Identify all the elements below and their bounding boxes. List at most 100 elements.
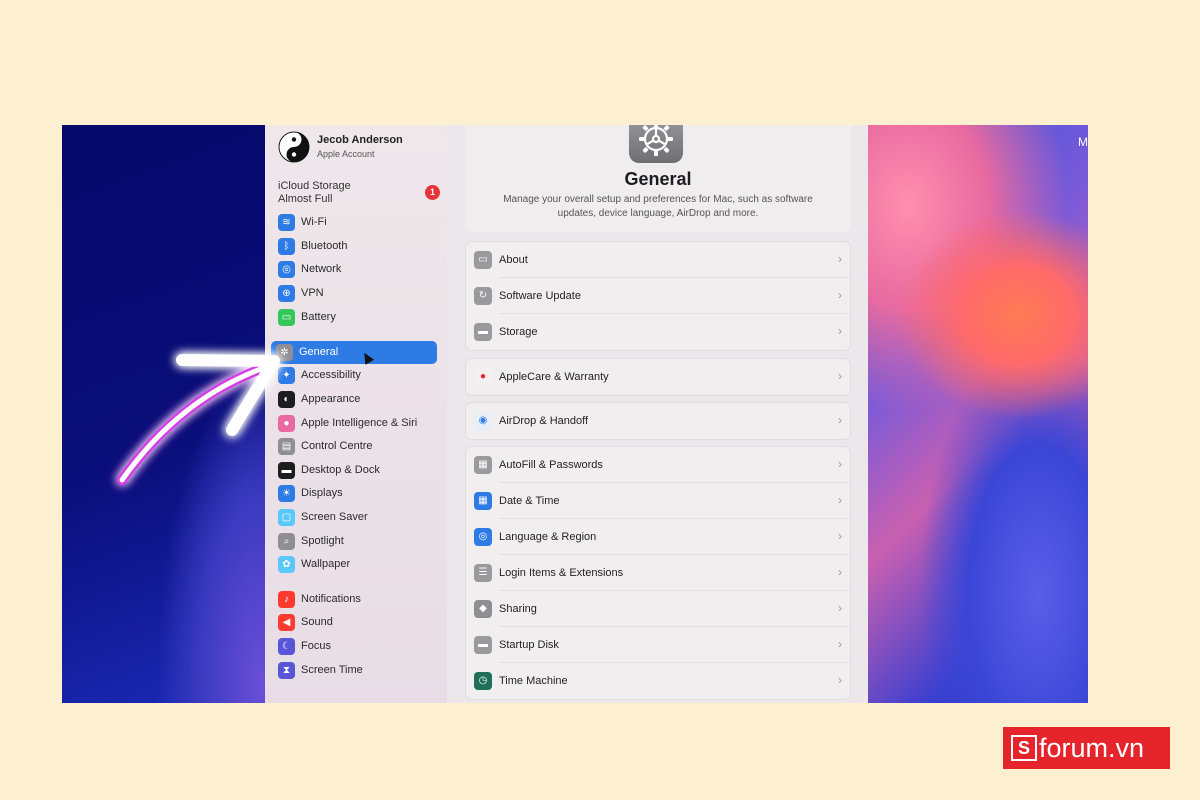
sidebar-item-label: Desktop & Dock [301, 464, 380, 476]
settings-group: ▭ About › ↻ Software Update › ▬ Storage › [465, 241, 851, 351]
general-header: General Manage your overall setup and pr… [465, 125, 851, 232]
sidebar-item-wi-fi[interactable]: ≋ Wi-Fi [273, 211, 437, 234]
settings-row-applecare-warranty[interactable]: ● AppleCare & Warranty › [466, 359, 850, 395]
sidebar-item-apple-intelligence-siri[interactable]: ● Apple Intelligence & Siri [273, 412, 437, 435]
chevron-right-icon: › [838, 601, 842, 615]
settings-row-storage[interactable]: ▬ Storage › [466, 314, 850, 350]
sidebar-item-sound[interactable]: ◀ Sound [273, 611, 437, 634]
chevron-right-icon: › [838, 252, 842, 266]
sidebar-item-notifications[interactable]: ♪ Notifications [273, 588, 437, 611]
storage-icon: ▬ [474, 323, 492, 341]
settings-row-label: Date & Time [499, 495, 560, 507]
page-description: Manage your overall setup and preference… [503, 194, 813, 219]
sidebar-item-network[interactable]: ◎ Network [273, 258, 437, 281]
sidebar-item-displays[interactable]: ☀ Displays [273, 482, 437, 505]
sidebar-item-accessibility[interactable]: ✦ Accessibility [273, 364, 437, 387]
chevron-right-icon: › [838, 288, 842, 302]
sidebar-item-general[interactable]: ✲ General [271, 341, 437, 365]
settings-row-autofill-passwords[interactable]: ▦ AutoFill & Passwords › [466, 447, 850, 483]
control-centre-icon: ▤ [278, 438, 295, 455]
wallpaper-right: M [868, 125, 1088, 703]
sidebar-item-label: VPN [301, 287, 324, 299]
settings-row-label: AutoFill & Passwords [499, 459, 603, 471]
chevron-right-icon: › [838, 493, 842, 507]
magnifier-icon: ⌕ [278, 533, 295, 550]
sidebar-item-label: Appearance [301, 393, 361, 405]
flower-icon: ✿ [278, 556, 295, 573]
page-title: General [624, 169, 692, 189]
sidebar-item-screen-time[interactable]: ⧗ Screen Time [273, 659, 437, 682]
logo-mark: S [1011, 735, 1037, 761]
list-icon: ☰ [474, 564, 492, 582]
icloud-line1: iCloud Storage [278, 180, 351, 192]
settings-row-label: Time Machine [499, 675, 568, 687]
sidebar-item-label: Accessibility [301, 369, 361, 381]
accessibility-icon: ✦ [278, 367, 295, 384]
sidebar-item-desktop-dock[interactable]: ▬ Desktop & Dock [273, 459, 437, 482]
sforum-logo: S forum.vn [1003, 727, 1170, 769]
sidebar-item-spotlight[interactable]: ⌕ Spotlight [273, 530, 437, 553]
settings-row-about[interactable]: ▭ About › [466, 242, 850, 278]
settings-group: ◉ AirDrop & Handoff › [465, 402, 851, 440]
icloud-storage-alert[interactable]: iCloud Storage Almost Full 1 [278, 180, 440, 210]
chevron-right-icon: › [838, 369, 842, 383]
settings-row-login-items-extensions[interactable]: ☰ Login Items & Extensions › [466, 555, 850, 591]
notification-badge: 1 [425, 185, 440, 200]
sidebar-item-label: Spotlight [301, 535, 344, 547]
menubar-fragment: M [1078, 135, 1088, 149]
settings-row-software-update[interactable]: ↻ Software Update › [466, 278, 850, 314]
chevron-right-icon: › [838, 529, 842, 543]
sidebar-item-battery[interactable]: ▭ Battery [273, 306, 437, 329]
settings-row-label: AirDrop & Handoff [499, 415, 589, 427]
chevron-right-icon: › [838, 324, 842, 338]
sidebar-item-label: Screen Saver [301, 511, 368, 523]
sidebar-item-wallpaper[interactable]: ✿ Wallpaper [273, 553, 437, 576]
settings-row-startup-disk[interactable]: ▬ Startup Disk › [466, 627, 850, 663]
settings-row-label: About [499, 254, 528, 266]
vpn-icon: ⊕ [278, 285, 295, 302]
sidebar-item-screen-saver[interactable]: ▢ Screen Saver [273, 506, 437, 529]
sidebar-item-label: Bluetooth [301, 240, 348, 252]
icloud-line2: Almost Full [278, 193, 333, 205]
chevron-right-icon: › [838, 673, 842, 687]
settings-row-label: Sharing [499, 603, 537, 615]
sidebar-item-label: Control Centre [301, 440, 373, 452]
settings-row-airdrop-handoff[interactable]: ◉ AirDrop & Handoff › [466, 403, 850, 439]
settings-row-sharing[interactable]: ◆ Sharing › [466, 591, 850, 627]
siri-icon: ● [278, 415, 295, 432]
gear-icon [629, 125, 683, 163]
battery-icon: ▭ [278, 309, 295, 326]
screen: M Jecob Anderson Apple Account iCloud St… [62, 125, 1088, 703]
mouse-cursor [359, 350, 375, 365]
calendar-icon: ▦ [474, 492, 492, 510]
settings-row-label: Language & Region [499, 531, 597, 543]
autofill-icon: ▦ [474, 456, 492, 474]
sidebar-item-vpn[interactable]: ⊕ VPN [273, 282, 437, 305]
gear-icon: ✲ [276, 344, 293, 361]
sidebar-item-bluetooth[interactable]: ᛒ Bluetooth [273, 235, 437, 258]
sidebar-item-label: Focus [301, 640, 331, 652]
sidebar-item-focus[interactable]: ☾ Focus [273, 635, 437, 658]
globe-icon: ◎ [278, 261, 295, 278]
disk-icon: ▬ [474, 636, 492, 654]
dock-icon: ▬ [278, 462, 295, 479]
settings-row-language-region[interactable]: ◎ Language & Region › [466, 519, 850, 555]
settings-group: ● AppleCare & Warranty › [465, 358, 851, 396]
apple-icon: ● [474, 368, 492, 386]
sidebar: Jecob Anderson Apple Account iCloud Stor… [265, 125, 447, 703]
settings-row-label: Software Update [499, 290, 581, 302]
settings-row-time-machine[interactable]: ◷ Time Machine › [466, 663, 850, 699]
sidebar-item-label: Wi-Fi [301, 216, 327, 228]
sidebar-item-control-centre[interactable]: ▤ Control Centre [273, 435, 437, 458]
bluetooth-icon: ᛒ [278, 238, 295, 255]
globe-icon: ◎ [474, 528, 492, 546]
speaker-icon: ◀ [278, 614, 295, 631]
settings-row-date-time[interactable]: ▦ Date & Time › [466, 483, 850, 519]
sidebar-item-appearance[interactable]: ◐ Appearance [273, 388, 437, 411]
settings-row-label: Storage [499, 326, 538, 338]
apple-account[interactable]: Jecob Anderson Apple Account [278, 131, 438, 167]
sidebar-item-label: Battery [301, 311, 336, 323]
sidebar-item-label: Apple Intelligence & Siri [301, 417, 418, 429]
software-update-icon: ↻ [474, 287, 492, 305]
main-pane: General Manage your overall setup and pr… [447, 125, 868, 703]
